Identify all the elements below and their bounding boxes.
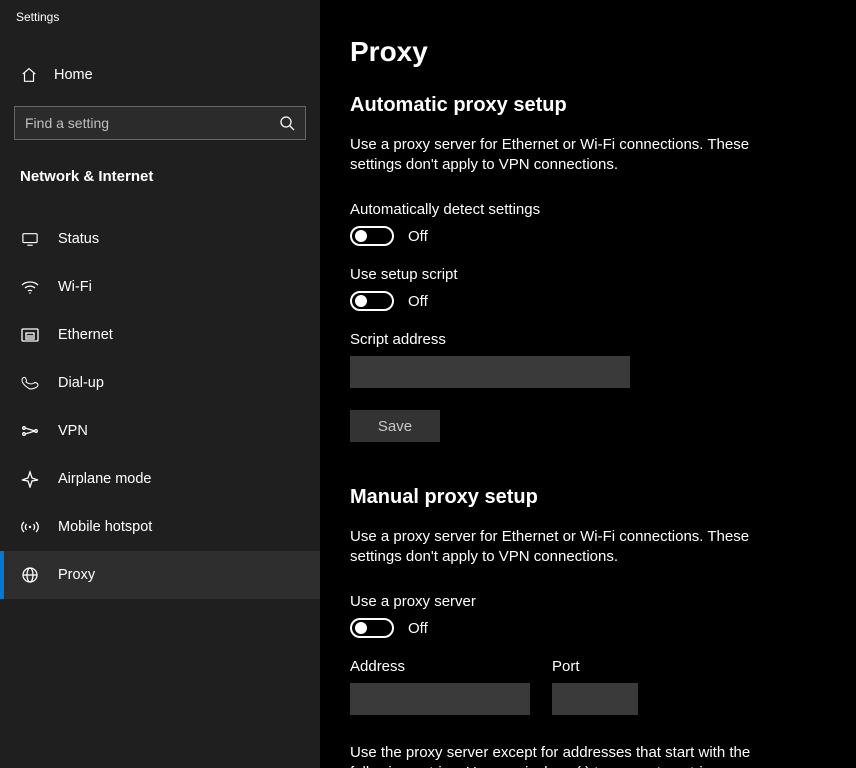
dialup-icon (20, 374, 40, 392)
setup-script-toggle[interactable] (350, 291, 394, 311)
auto-detect-label: Automatically detect settings (350, 201, 826, 218)
auto-proxy-heading: Automatic proxy setup (350, 94, 826, 117)
category-heading: Network & Internet (0, 140, 320, 197)
sidebar-item-hotspot[interactable]: Mobile hotspot (0, 503, 320, 551)
sidebar-item-label: Mobile hotspot (58, 519, 152, 535)
wifi-icon (20, 278, 40, 296)
home-button[interactable]: Home (0, 56, 320, 94)
app-title: Settings (0, 0, 320, 32)
use-proxy-state: Off (408, 620, 428, 637)
sidebar-item-proxy[interactable]: Proxy (0, 551, 320, 599)
manual-address-input[interactable] (350, 683, 530, 715)
home-icon (20, 66, 38, 84)
use-proxy-toggle[interactable] (350, 618, 394, 638)
sidebar-item-wifi[interactable]: Wi-Fi (0, 263, 320, 311)
manual-address-label: Address (350, 658, 530, 675)
sidebar-nav: Status Wi-Fi Ethernet Dial-up (0, 215, 320, 599)
sidebar-item-label: Status (58, 231, 99, 247)
sidebar-item-dialup[interactable]: Dial-up (0, 359, 320, 407)
sidebar-item-label: Wi-Fi (58, 279, 92, 295)
exceptions-note: Use the proxy server except for addresse… (350, 743, 790, 768)
manual-proxy-desc: Use a proxy server for Ethernet or Wi-Fi… (350, 527, 780, 567)
script-address-label: Script address (350, 331, 826, 348)
sidebar-item-airplane[interactable]: Airplane mode (0, 455, 320, 503)
setup-script-state: Off (408, 293, 428, 310)
ethernet-icon (20, 326, 40, 344)
vpn-icon (20, 422, 40, 440)
manual-port-input[interactable] (552, 683, 638, 715)
sidebar-item-vpn[interactable]: VPN (0, 407, 320, 455)
manual-proxy-heading: Manual proxy setup (350, 486, 826, 509)
proxy-icon (20, 566, 40, 584)
sidebar-item-ethernet[interactable]: Ethernet (0, 311, 320, 359)
sidebar-item-status[interactable]: Status (0, 215, 320, 263)
save-button[interactable]: Save (350, 410, 440, 442)
manual-port-label: Port (552, 658, 638, 675)
home-label: Home (54, 67, 93, 83)
page-title: Proxy (350, 36, 826, 68)
sidebar-item-label: Proxy (58, 567, 95, 583)
search-box[interactable] (14, 106, 306, 140)
auto-proxy-desc: Use a proxy server for Ethernet or Wi-Fi… (350, 135, 780, 175)
settings-sidebar: Settings Home Network & Internet Status (0, 0, 320, 768)
sidebar-item-label: Dial-up (58, 375, 104, 391)
search-icon (279, 115, 295, 131)
setup-script-label: Use setup script (350, 266, 826, 283)
script-address-input[interactable] (350, 356, 630, 388)
auto-detect-toggle[interactable] (350, 226, 394, 246)
use-proxy-label: Use a proxy server (350, 593, 826, 610)
sidebar-item-label: VPN (58, 423, 88, 439)
airplane-icon (20, 470, 40, 488)
main-content: Proxy Automatic proxy setup Use a proxy … (320, 0, 856, 768)
sidebar-item-label: Airplane mode (58, 471, 152, 487)
hotspot-icon (20, 518, 40, 536)
auto-detect-state: Off (408, 228, 428, 245)
search-input[interactable] (25, 115, 279, 131)
sidebar-item-label: Ethernet (58, 327, 113, 343)
status-icon (20, 230, 40, 248)
